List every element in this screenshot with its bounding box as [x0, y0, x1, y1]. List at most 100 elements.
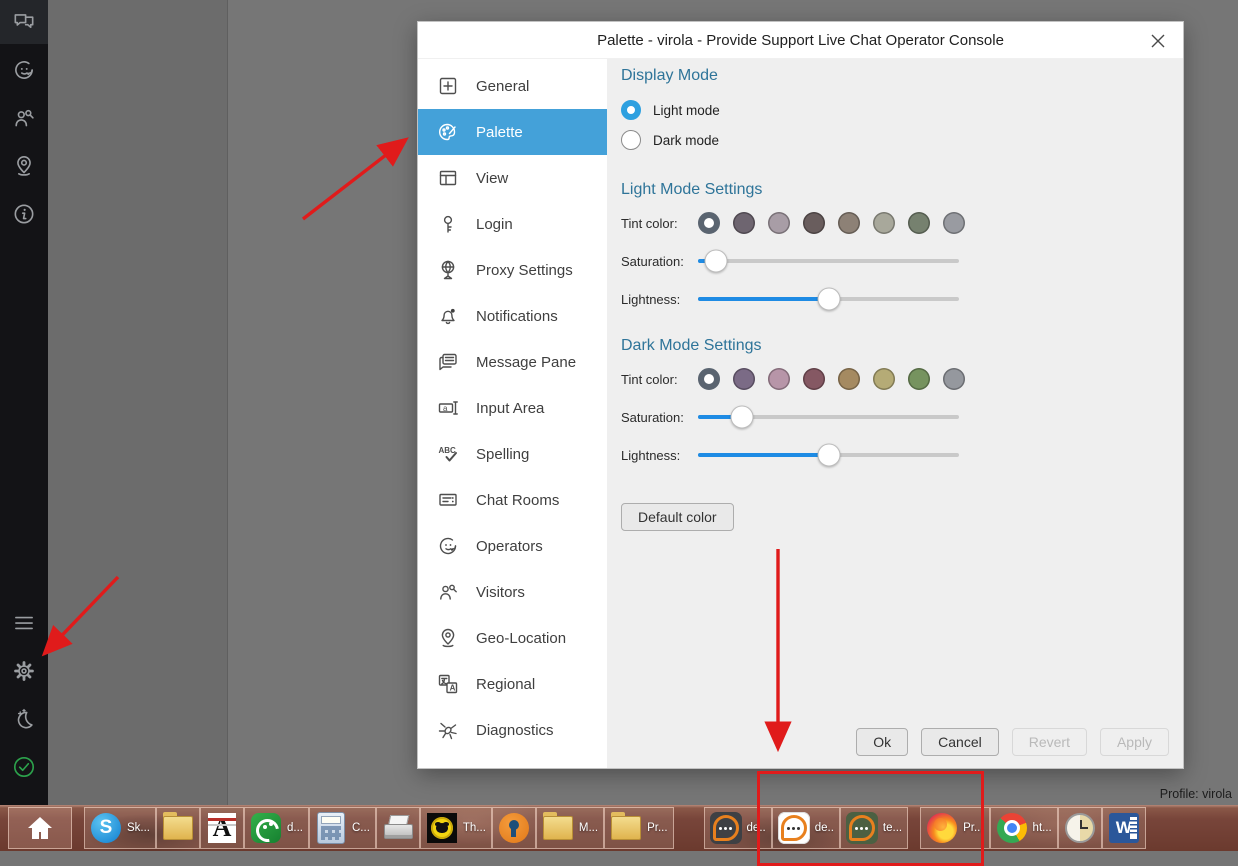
nav-item-palette[interactable]: Palette: [418, 109, 607, 155]
taskbar-item-chrome[interactable]: ht...: [990, 807, 1058, 849]
tint-swatch[interactable]: [873, 368, 895, 390]
taskbar-item-clock[interactable]: [1058, 807, 1102, 849]
sidebar-item-settings[interactable]: [0, 649, 48, 693]
input-area-icon: a: [436, 396, 460, 420]
nav-item-diagnostics[interactable]: Diagnostics: [418, 707, 607, 753]
diagnostics-bug-icon: [436, 718, 460, 742]
dark-mode-radio[interactable]: [621, 130, 641, 150]
nav-item-proxy-settings[interactable]: Proxy Settings: [418, 247, 607, 293]
light-saturation-slider[interactable]: [698, 250, 959, 272]
taskbar-item-folder-pr[interactable]: Pr...: [604, 807, 673, 849]
message-pane-icon: [436, 350, 460, 374]
light-mode-radio-row[interactable]: Light mode: [621, 95, 1183, 125]
sidebar-item-info[interactable]: [0, 192, 48, 236]
tint-swatch[interactable]: [768, 212, 790, 234]
nav-item-general[interactable]: General: [418, 63, 607, 109]
nav-item-message-pane[interactable]: Message Pane: [418, 339, 607, 385]
dark-lightness-slider[interactable]: [698, 444, 959, 466]
slider-thumb[interactable]: [705, 250, 728, 273]
cat-app-icon: [427, 813, 457, 843]
layout-icon: [436, 166, 460, 190]
tint-swatch[interactable]: [943, 212, 965, 234]
tint-swatch[interactable]: [803, 368, 825, 390]
nav-item-spelling[interactable]: ABC Spelling: [418, 431, 607, 477]
tint-swatch[interactable]: [838, 368, 860, 390]
taskbar-item-chat-green[interactable]: te...: [840, 807, 908, 849]
dark-mode-radio-row[interactable]: Dark mode: [621, 125, 1183, 155]
info-icon: [11, 201, 37, 227]
tint-swatch[interactable]: [803, 212, 825, 234]
taskbar-item-firefox[interactable]: Pr...: [920, 807, 989, 849]
svg-text:A: A: [450, 684, 456, 693]
tint-swatch-selected[interactable]: [698, 212, 720, 234]
taskbar-item-chat-dark[interactable]: de..: [704, 807, 772, 849]
chrome-icon: [997, 813, 1027, 843]
dark-saturation-slider[interactable]: [698, 406, 959, 428]
nav-item-visitors[interactable]: Visitors: [418, 569, 607, 615]
light-mode-radio[interactable]: [621, 100, 641, 120]
light-mode-settings-heading: Light Mode Settings: [621, 181, 1183, 199]
sidebar-item-chats[interactable]: [0, 0, 48, 44]
tint-swatch[interactable]: [943, 368, 965, 390]
sidebar-item-status[interactable]: [0, 745, 48, 789]
printer-icon: [383, 815, 413, 841]
slider-thumb[interactable]: [731, 406, 754, 429]
tint-swatch[interactable]: [838, 212, 860, 234]
tint-swatch[interactable]: [873, 212, 895, 234]
revert-button[interactable]: Revert: [1012, 728, 1087, 756]
nav-item-login[interactable]: Login: [418, 201, 607, 247]
taskbar-item-file-explorer[interactable]: [156, 807, 200, 849]
sidebar-item-operator[interactable]: [0, 48, 48, 92]
slider-thumb[interactable]: [817, 444, 840, 467]
nav-item-geo-location[interactable]: Geo-Location: [418, 615, 607, 661]
nav-item-operators[interactable]: Operators: [418, 523, 607, 569]
nav-item-notifications[interactable]: Notifications: [418, 293, 607, 339]
svg-text:a: a: [443, 404, 448, 413]
tint-swatch[interactable]: [733, 368, 755, 390]
tint-swatch[interactable]: [768, 368, 790, 390]
light-tint-label: Tint color:: [621, 216, 698, 231]
tint-swatch[interactable]: [908, 368, 930, 390]
apply-button[interactable]: Apply: [1100, 728, 1169, 756]
cancel-button[interactable]: Cancel: [921, 728, 999, 756]
tint-swatch[interactable]: [733, 212, 755, 234]
sidebar-item-visitors[interactable]: [0, 96, 48, 140]
taskbar-item-printer[interactable]: [376, 807, 420, 849]
sidebar-item-geo-location[interactable]: [0, 144, 48, 188]
app-sidebar: [0, 0, 48, 805]
taskbar-item-folder-m[interactable]: M...: [536, 807, 604, 849]
nav-item-view[interactable]: View: [418, 155, 607, 201]
taskbar-item-calculator[interactable]: C...: [309, 807, 376, 849]
taskbar-item-word[interactable]: W: [1102, 807, 1146, 849]
taskbar-item-chat-white[interactable]: de..: [772, 807, 840, 849]
nav-item-input-area[interactable]: a Input Area: [418, 385, 607, 431]
slider-thumb[interactable]: [817, 288, 840, 311]
calculator-icon: [317, 812, 345, 844]
operator-headset-icon: [11, 57, 37, 83]
nav-item-regional[interactable]: A Regional: [418, 661, 607, 707]
taskbar-item-openvpn[interactable]: [492, 807, 536, 849]
light-lightness-slider[interactable]: [698, 288, 959, 310]
light-tint-swatches: [698, 212, 965, 234]
tint-swatch[interactable]: [908, 212, 930, 234]
tint-swatch-selected[interactable]: [698, 368, 720, 390]
close-icon[interactable]: [1147, 30, 1169, 52]
palette-icon: [436, 120, 460, 144]
taskbar-item-skype[interactable]: S Sk...: [84, 807, 156, 849]
light-saturation-label: Saturation:: [621, 254, 698, 269]
profile-label: Profile: virola: [1160, 787, 1232, 801]
folder-icon: [543, 816, 573, 840]
status-available-check-icon: [11, 754, 37, 780]
taskbar-home-button[interactable]: [8, 807, 72, 849]
default-color-button[interactable]: Default color: [621, 503, 734, 531]
visitors-icon: [436, 580, 460, 604]
taskbar-item-font-app[interactable]: A: [200, 807, 244, 849]
ok-button[interactable]: Ok: [856, 728, 908, 756]
taskbar-item-cat-app[interactable]: Th...: [420, 807, 492, 849]
taskbar-item-green-app[interactable]: d...: [244, 807, 309, 849]
dialog-footer: Ok Cancel Revert Apply: [856, 728, 1169, 756]
nav-item-chat-rooms[interactable]: Chat Rooms: [418, 477, 607, 523]
sidebar-item-menu[interactable]: [0, 601, 48, 645]
sidebar-item-dark-mode[interactable]: [0, 697, 48, 741]
dark-saturation-label: Saturation:: [621, 410, 698, 425]
